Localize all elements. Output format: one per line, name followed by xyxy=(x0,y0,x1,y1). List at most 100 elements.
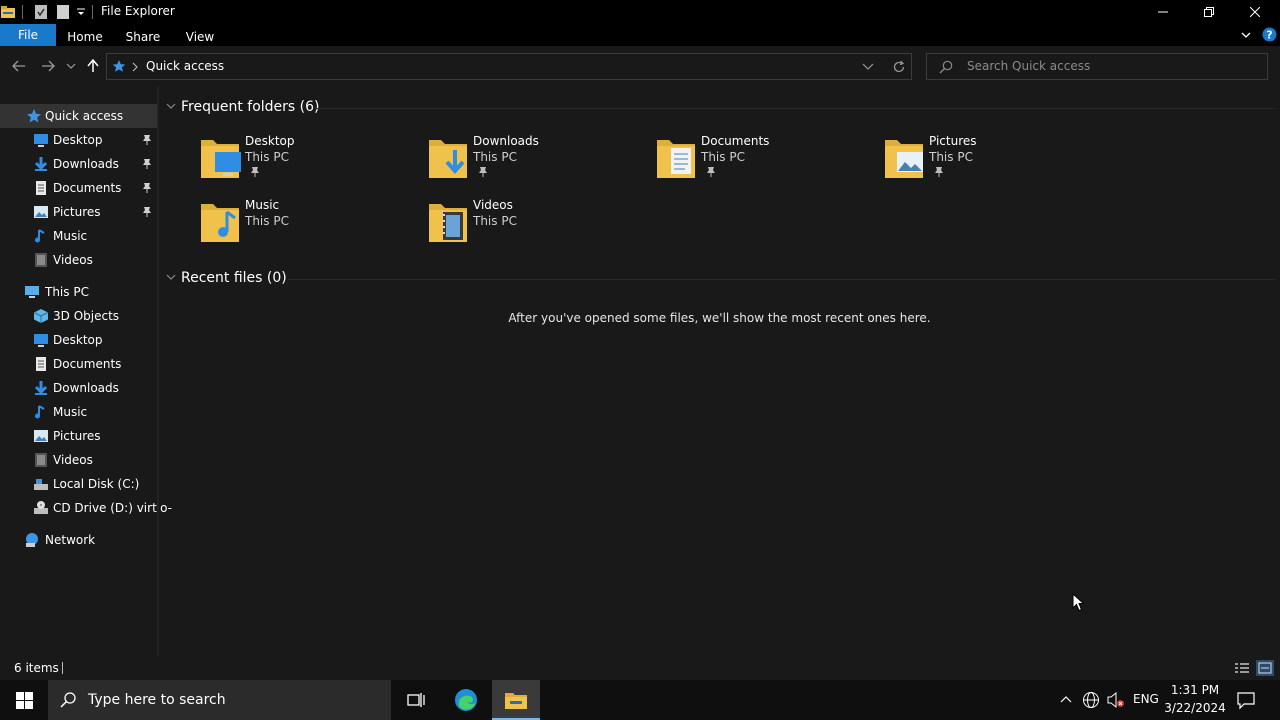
pin-icon xyxy=(479,167,487,177)
close-button[interactable] xyxy=(1232,0,1278,24)
collapse-frequent-icon[interactable] xyxy=(165,100,177,112)
back-button[interactable] xyxy=(8,56,30,76)
sidebar-item-3d-objects[interactable]: 3D Objects xyxy=(0,304,157,328)
recent-locations-button[interactable] xyxy=(62,56,80,76)
folder-tile-pictures[interactable]: Pictures This PC xyxy=(883,130,1103,186)
file-explorer-icon xyxy=(505,693,527,709)
breadcrumb-quick-access[interactable]: Quick access xyxy=(146,59,224,73)
breadcrumb-chevron-icon[interactable] xyxy=(131,62,139,72)
up-button[interactable] xyxy=(82,56,104,76)
file-explorer-icon[interactable] xyxy=(0,4,16,20)
tab-view[interactable]: View xyxy=(178,27,222,46)
windows-logo-icon xyxy=(15,691,33,709)
tab-share[interactable]: Share xyxy=(120,27,166,46)
folder-name: Documents xyxy=(701,134,770,148)
file-explorer-taskbar-button[interactable] xyxy=(492,680,540,720)
help-button[interactable]: ? xyxy=(1262,27,1277,42)
navigation-pane: Quick access Desktop Downloads Documents… xyxy=(0,100,172,656)
network-tray-icon[interactable] xyxy=(1082,691,1100,709)
cd-drive-icon xyxy=(34,501,48,514)
edge-taskbar-button[interactable] xyxy=(444,680,488,720)
folder-tile-desktop[interactable]: Desktop This PC xyxy=(199,130,419,186)
sidebar-item-videos[interactable]: Videos xyxy=(0,248,157,272)
minimize-button[interactable] xyxy=(1140,0,1186,24)
folder-tile-downloads[interactable]: Downloads This PC xyxy=(427,130,647,186)
sidebar-item-label: Downloads xyxy=(53,381,119,395)
action-center-button[interactable] xyxy=(1236,690,1258,710)
properties-icon[interactable] xyxy=(34,4,48,20)
downloads-folder-icon xyxy=(429,140,467,178)
show-hidden-icons-button[interactable] xyxy=(1058,692,1074,708)
new-folder-icon[interactable] xyxy=(56,4,70,20)
pin-icon xyxy=(143,183,151,193)
start-button[interactable] xyxy=(0,680,48,720)
notification-icon xyxy=(1237,692,1255,710)
sidebar-item-downloads[interactable]: Downloads xyxy=(0,152,157,176)
folder-location: This PC xyxy=(929,150,973,164)
pin-icon xyxy=(143,159,151,169)
sidebar-item-label: This PC xyxy=(45,285,89,299)
chevron-down-icon xyxy=(66,63,76,69)
chevron-down-icon xyxy=(166,274,176,280)
sidebar-item-label: Desktop xyxy=(53,133,103,147)
restore-button[interactable] xyxy=(1186,0,1232,24)
network-icon xyxy=(26,533,38,547)
taskbar-search-input[interactable]: Type here to search xyxy=(88,692,226,708)
task-view-button[interactable] xyxy=(394,680,438,720)
sidebar-item-documents[interactable]: Documents xyxy=(0,176,157,200)
sidebar-item-music[interactable]: Music xyxy=(0,400,157,424)
recent-files-heading[interactable]: Recent files (0) xyxy=(181,270,287,286)
clock[interactable]: 1:31 PM 3/22/2024 xyxy=(1162,683,1232,719)
chevron-up-icon xyxy=(1060,696,1072,703)
address-bar[interactable]: Quick access xyxy=(106,53,912,80)
sidebar-item-downloads[interactable]: Downloads xyxy=(0,376,157,400)
taskbar-search-box[interactable]: Type here to search xyxy=(48,680,391,720)
forward-arrow-icon xyxy=(42,60,55,72)
forward-button[interactable] xyxy=(37,56,59,76)
sidebar-item-local-disk[interactable]: Local Disk (C:) xyxy=(0,472,157,496)
folder-tile-documents[interactable]: Documents This PC xyxy=(655,130,875,186)
customize-toolbar-icon[interactable] xyxy=(76,7,86,17)
address-history-button[interactable] xyxy=(862,61,876,73)
title-divider xyxy=(92,5,93,19)
details-view-button[interactable] xyxy=(1234,661,1250,675)
refresh-button[interactable] xyxy=(892,60,906,74)
downloads-icon xyxy=(34,157,48,171)
sidebar-item-pictures[interactable]: Pictures xyxy=(0,424,157,448)
sidebar-item-documents[interactable]: Documents xyxy=(0,352,157,376)
desktop-folder-icon xyxy=(201,140,241,178)
sidebar-item-label: Music xyxy=(53,229,88,243)
sidebar-item-desktop[interactable]: Desktop xyxy=(0,328,157,352)
tab-file[interactable]: File xyxy=(0,24,56,46)
videos-icon xyxy=(35,253,47,267)
sidebar-item-label: Downloads xyxy=(53,157,119,171)
sidebar-item-label: Pictures xyxy=(53,205,101,219)
tiles-view-button[interactable] xyxy=(1256,660,1274,676)
music-folder-icon xyxy=(201,204,239,242)
volume-tray-icon[interactable] xyxy=(1106,691,1126,709)
sidebar-item-this-pc[interactable]: This PC xyxy=(0,280,157,304)
folder-name: Videos xyxy=(473,198,513,212)
tab-home[interactable]: Home xyxy=(62,27,108,46)
sidebar-item-pictures[interactable]: Pictures xyxy=(0,200,157,224)
input-language-indicator[interactable]: ENG xyxy=(1133,692,1159,706)
sidebar-item-label: 3D Objects xyxy=(53,309,120,323)
sidebar-item-network[interactable]: Network xyxy=(0,528,157,552)
search-box[interactable]: Search Quick access xyxy=(926,53,1268,80)
folder-tile-videos[interactable]: Videos This PC xyxy=(427,194,647,250)
folder-location: This PC xyxy=(245,150,289,164)
sidebar-item-cd-drive[interactable]: CD Drive (D:) virtio- xyxy=(0,496,172,520)
frequent-folders-heading[interactable]: Frequent folders (6) xyxy=(181,99,320,115)
sidebar-item-videos[interactable]: Videos xyxy=(0,448,157,472)
sidebar-item-quick-access[interactable]: Quick access xyxy=(0,104,157,128)
pictures-folder-icon xyxy=(885,140,923,178)
sidebar-item-desktop[interactable]: Desktop xyxy=(0,128,157,152)
collapse-recent-icon[interactable] xyxy=(165,271,177,283)
expand-ribbon-button[interactable] xyxy=(1240,29,1252,41)
svg-text:?: ? xyxy=(1266,29,1272,42)
sidebar-item-label: Videos xyxy=(53,453,93,467)
folder-tile-music[interactable]: Music This PC xyxy=(199,194,419,250)
search-input[interactable]: Search Quick access xyxy=(967,59,1090,73)
sidebar-item-music[interactable]: Music xyxy=(0,224,157,248)
pin-icon xyxy=(935,167,943,177)
